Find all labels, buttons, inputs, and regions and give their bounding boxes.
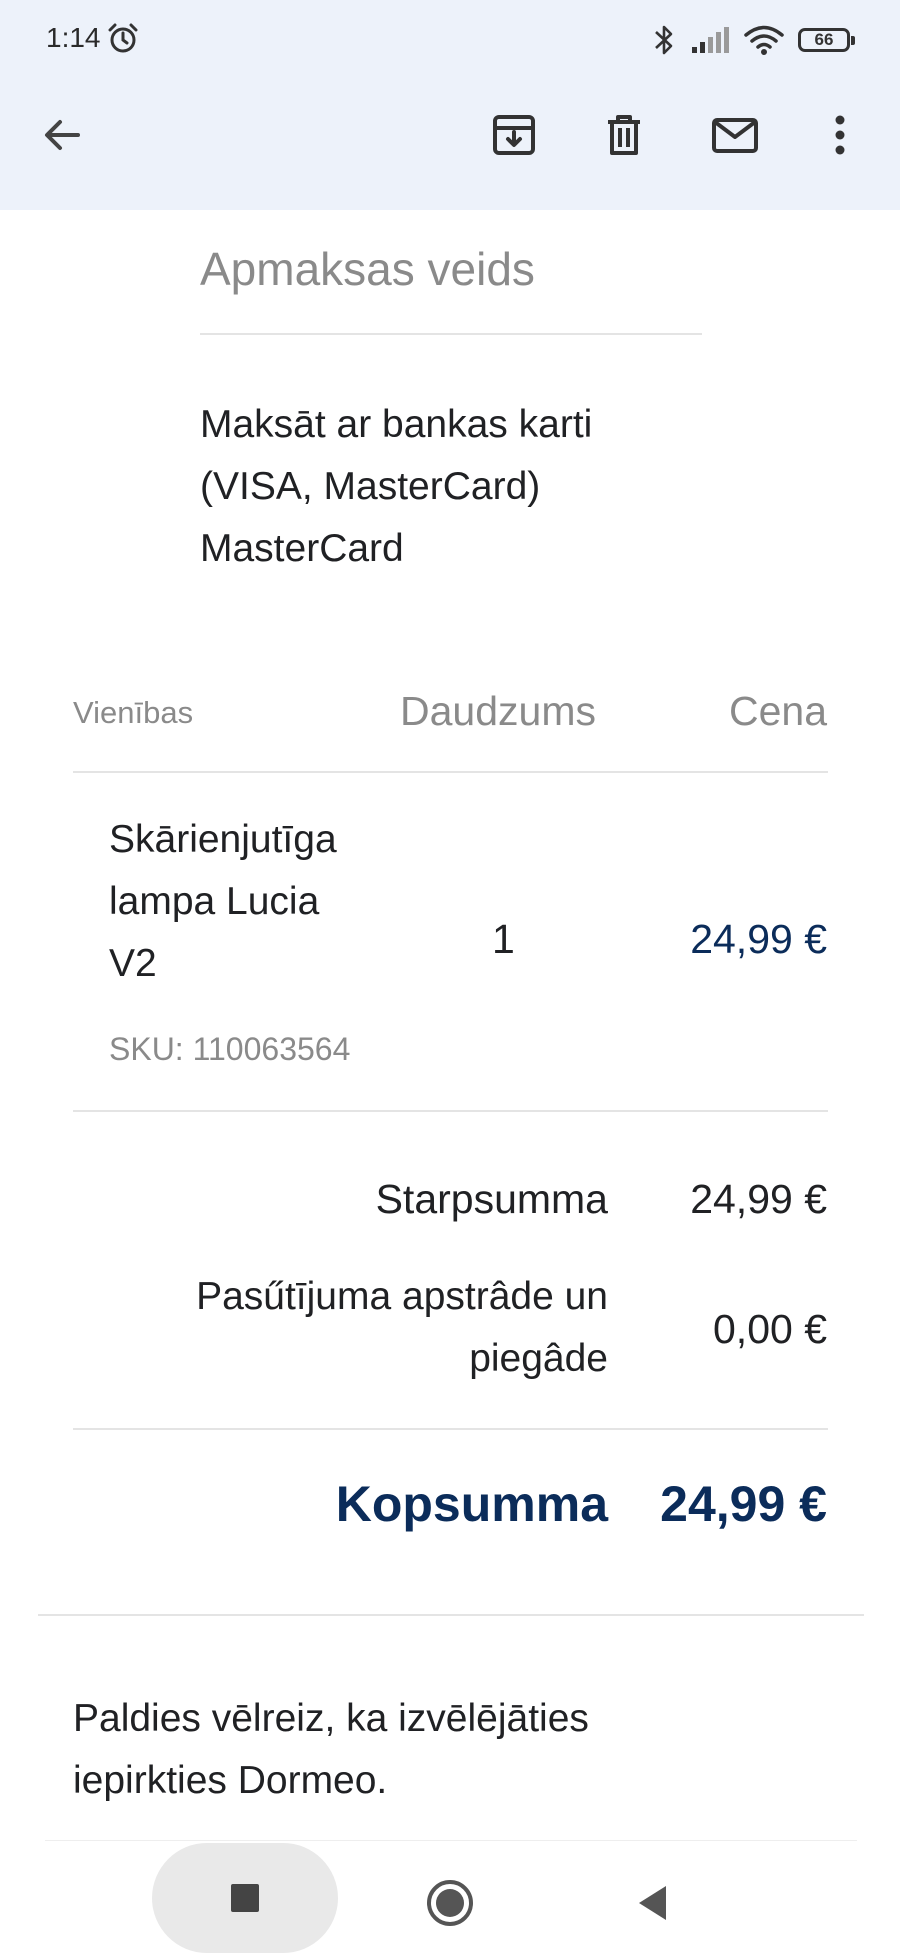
- payment-method-text: Maksāt ar bankas karti (VISA, MasterCard…: [200, 394, 592, 580]
- back-triangle-icon: [639, 1886, 666, 1920]
- alarm-icon: [108, 23, 138, 53]
- subtotal-label: Starpsumma: [375, 1176, 608, 1222]
- divider: [38, 1614, 864, 1616]
- more-vert-icon: [835, 115, 845, 155]
- app-bar: [0, 80, 900, 210]
- thank-you-message: Paldies vēlreiz, ka izvēlējāties iepirkt…: [73, 1688, 589, 1812]
- back-arrow-icon: [45, 120, 80, 150]
- home-button[interactable]: [420, 1873, 480, 1933]
- item-name-line-3: V2: [109, 942, 157, 985]
- archive-icon: [493, 115, 535, 155]
- payment-line-3: MasterCard: [200, 527, 404, 570]
- thank-you-line-1: Paldies vēlreiz, ka izvēlējāties: [73, 1697, 589, 1740]
- home-circle-icon: [427, 1880, 473, 1926]
- divider: [73, 771, 828, 773]
- item-price: 24,99 €: [690, 916, 827, 962]
- divider: [73, 1428, 828, 1430]
- shipping-label-line-1: Pasűtījuma apstrâde un: [196, 1275, 608, 1318]
- item-quantity: 1: [492, 916, 515, 962]
- item-name: Skārienjutīga lampa Lucia V2: [109, 809, 337, 995]
- shipping-label-line-2: piegâde: [469, 1337, 608, 1380]
- total-label: Kopsumma: [335, 1476, 608, 1532]
- column-header-items: Vienības: [73, 695, 194, 730]
- archive-button[interactable]: [482, 103, 546, 167]
- signal-icon: [692, 27, 729, 53]
- divider: [73, 1110, 828, 1112]
- status-time: 1:14: [46, 22, 101, 53]
- mark-unread-icon: [712, 118, 758, 153]
- total-value: 24,99 €: [660, 1476, 827, 1532]
- back-button[interactable]: [30, 103, 94, 167]
- more-options-button[interactable]: [808, 103, 872, 167]
- item-sku: SKU: 110063564: [109, 1031, 351, 1067]
- divider: [45, 1840, 857, 1841]
- payment-method-heading: Apmaksas veids: [200, 243, 535, 295]
- back-nav-button[interactable]: [630, 1878, 680, 1928]
- mark-unread-button[interactable]: [703, 103, 767, 167]
- battery-level: 66: [814, 30, 834, 49]
- column-header-price: Cena: [728, 688, 827, 734]
- payment-line-2: (VISA, MasterCard): [200, 465, 541, 508]
- wifi-icon: [744, 25, 784, 55]
- delete-button[interactable]: [592, 103, 656, 167]
- status-bar: 1:14 66: [0, 0, 900, 80]
- divider: [200, 333, 702, 335]
- subtotal-value: 24,99 €: [690, 1176, 827, 1222]
- bluetooth-icon: [655, 25, 673, 55]
- shipping-value: 0,00 €: [713, 1306, 827, 1352]
- column-header-quantity: Daudzums: [400, 688, 596, 734]
- delete-icon: [608, 115, 640, 155]
- thank-you-line-2: iepirkties Dormeo.: [73, 1759, 388, 1802]
- shipping-label: Pasűtījuma apstrâde un piegâde: [196, 1266, 608, 1390]
- recents-square-icon: [231, 1884, 259, 1912]
- system-nav-bar: [0, 1843, 900, 1953]
- item-name-line-2: lampa Lucia: [109, 880, 320, 923]
- battery-icon: 66: [798, 28, 855, 52]
- payment-line-1: Maksāt ar bankas karti: [200, 403, 593, 446]
- item-name-line-1: Skārienjutīga: [109, 818, 337, 861]
- recents-button[interactable]: [152, 1843, 338, 1953]
